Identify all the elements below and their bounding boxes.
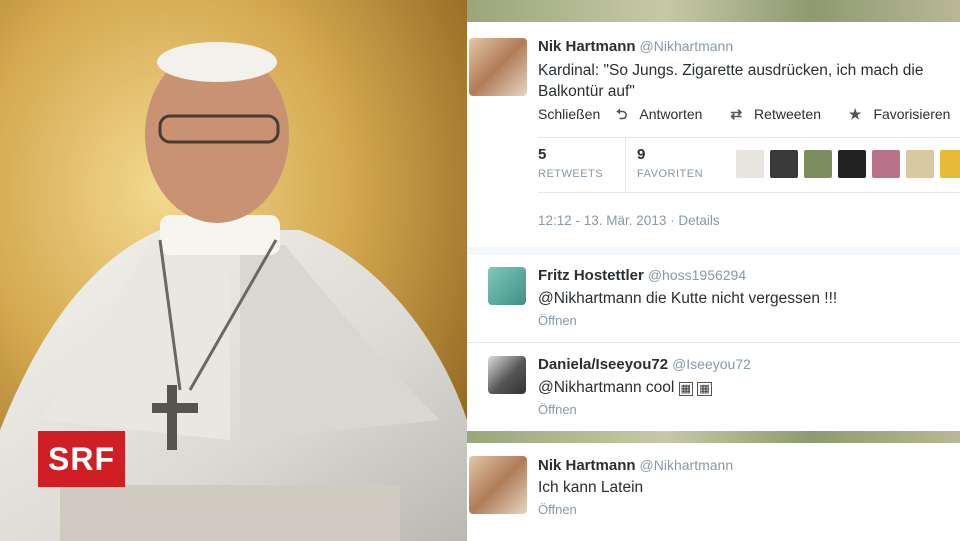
pope-photo: SRF	[0, 0, 467, 541]
tweet-text: @Nikhartmann die Kutte nicht vergessen !…	[538, 290, 838, 307]
stats-divider	[625, 138, 626, 192]
header-banner	[467, 0, 960, 22]
author-handle[interactable]: @Nikhartmann	[640, 38, 734, 54]
author-name[interactable]: Nik Hartmann	[538, 38, 636, 55]
favoriter-avatar[interactable]	[804, 150, 832, 178]
favorites-stat[interactable]: 9 FAVORITEN	[637, 146, 703, 180]
tweet-text: @Nikhartmann cool ▦ ▦	[538, 379, 712, 396]
tweet-stats: 5 RETWEETS 9 FAVORITEN	[538, 137, 960, 193]
avatar[interactable]	[488, 356, 526, 394]
tweet-actions: Schließen ⮌ Antworten ⇄ Retweeten ★ Favoris…	[538, 104, 960, 128]
favoriter-avatar[interactable]	[906, 150, 934, 178]
retweets-stat[interactable]: 5 RETWEETS	[538, 146, 603, 180]
open-link[interactable]: Öffnen	[538, 502, 577, 517]
divider	[467, 342, 960, 343]
tweet[interactable]: Nik Hartmann @Nikhartmann Ich kann Latein…	[467, 446, 960, 541]
timestamp[interactable]: 12:12 - 13. Mär. 2013	[538, 213, 666, 228]
reply-tweet[interactable]: Fritz Hostettler @hoss1956294 @Nikhartman…	[467, 258, 960, 343]
close-button[interactable]: Schließen	[538, 106, 600, 122]
favoriter-avatar[interactable]	[940, 150, 960, 178]
divider	[467, 247, 960, 255]
details-link[interactable]: Details	[678, 213, 719, 228]
favoriter-avatar[interactable]	[838, 150, 866, 178]
retweet-button[interactable]: ⇄ Retweeten	[730, 106, 833, 122]
tweet-meta: 12:12 - 13. Mär. 2013 · Details	[538, 213, 720, 228]
favoriter-avatar[interactable]	[770, 150, 798, 178]
twitter-feed: Nik Hartmann @Nikhartmann Kardinal: "So J…	[467, 0, 960, 541]
main-tweet: Nik Hartmann @Nikhartmann Kardinal: "So J…	[467, 22, 960, 247]
tweet-text: Kardinal: "So Jungs. Zigarette ausdrücke…	[538, 62, 924, 100]
reply-icon: ⮌	[616, 106, 628, 122]
favorite-button[interactable]: ★ Favorisieren	[849, 106, 960, 122]
tweet-text: Ich kann Latein	[538, 479, 644, 496]
avatar[interactable]	[469, 456, 527, 514]
star-icon: ★	[848, 106, 862, 122]
favoriter-avatar[interactable]	[872, 150, 900, 178]
author-name[interactable]: Nik Hartmann	[538, 457, 636, 474]
open-link[interactable]: Öffnen	[538, 402, 577, 417]
srf-logo: SRF	[38, 431, 125, 487]
emoji-icon: ▦	[678, 382, 694, 396]
author-name[interactable]: Daniela/Iseeyou72	[538, 356, 668, 373]
background-strip	[467, 431, 960, 443]
author-handle[interactable]: @Iseeyou72	[672, 356, 751, 372]
author-handle[interactable]: @hoss1956294	[648, 267, 746, 283]
retweet-icon: ⇄	[730, 106, 743, 122]
emoji-icon: ▦	[697, 382, 712, 396]
reply-tweet[interactable]: Daniela/Iseeyou72 @Iseeyou72 @Nikhartmann…	[467, 347, 960, 432]
open-link[interactable]: Öffnen	[538, 313, 577, 328]
favoriter-avatar[interactable]	[736, 150, 764, 178]
author-name[interactable]: Fritz Hostettler	[538, 267, 644, 284]
reply-button[interactable]: ⮌ Antworten	[616, 106, 714, 122]
author-handle[interactable]: @Nikhartmann	[640, 457, 734, 473]
avatar[interactable]	[488, 267, 526, 305]
avatar[interactable]	[469, 38, 527, 96]
